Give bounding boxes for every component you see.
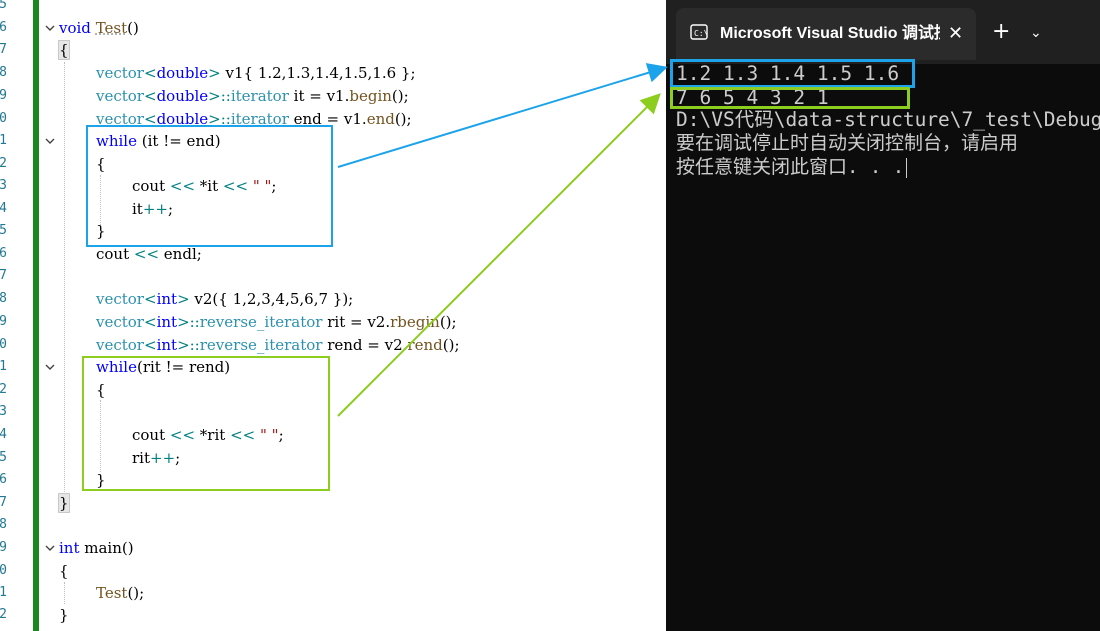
line-number-gutter: 5 6 7 8 9 0 1 2 3 4 5 6 7 8 9 0 1 2 3 4 5 6 7 8 9 0 1 2: [0, 0, 8, 631]
line-number: 8: [0, 291, 7, 306]
line-number: 1: [0, 359, 7, 374]
console-prompt-line: 按任意键关闭此窗口. . .: [676, 156, 908, 178]
code-line: vector<int> v2({ 1,2,3,4,5,6,7 });: [96, 290, 354, 308]
line-number: 2: [0, 382, 7, 397]
code-line: vector<double> v1{ 1.2,1.3,1.4,1.5,1.6 }…: [96, 64, 416, 82]
code-line: void Test(): [59, 19, 139, 37]
line-number: 5: [0, 0, 7, 12]
console-output-line: 要在调试停止时自动关闭控制台，请启用: [676, 132, 1019, 154]
code-line: {: [58, 40, 70, 60]
line-number: 8: [0, 517, 7, 532]
green-output-box: [670, 87, 910, 109]
code-line: vector<int>::reverse_iterator rend = v2.…: [96, 336, 460, 354]
code-line: vector<int>::reverse_iterator rit = v2.r…: [96, 313, 457, 331]
code-line: {: [59, 562, 69, 580]
blue-highlight-box: [86, 125, 333, 247]
close-tab-icon[interactable]: ✕: [948, 21, 963, 47]
chevron-down-icon[interactable]: ⌄: [1030, 21, 1042, 45]
line-number: 9: [0, 314, 7, 329]
tab-title: Microsoft Visual Studio 调试控制台: [720, 25, 940, 42]
code-line: vector<double>::iterator it = v1.begin()…: [96, 87, 409, 105]
line-number: 7: [0, 268, 7, 283]
fold-chevron-icon[interactable]: [44, 22, 56, 34]
line-number: 1: [0, 133, 7, 148]
line-number: 3: [0, 178, 7, 193]
indent-guide: [64, 582, 65, 604]
code-editor[interactable]: 5 6 7 8 9 0 1 2 3 4 5 6 7 8 9 0 1 2 3 4 5 6 7 8 9 0 1 2 void Test()…: [0, 0, 666, 631]
code-line: }: [58, 493, 70, 513]
text-cursor: [906, 157, 908, 178]
terminal-tab-bar: C:\ Microsoft Visual Studio 调试控制台 ✕ + ⌄: [666, 0, 1100, 64]
line-number: 7: [0, 42, 7, 57]
indent-guide: [64, 62, 65, 494]
line-number: 2: [0, 607, 7, 622]
code-line: }: [59, 606, 69, 624]
new-tab-icon[interactable]: +: [992, 18, 1010, 46]
console-output-line: D:\VS代码\data-structure\7_test\Debug\7_te…: [676, 108, 1100, 131]
fold-chevron-icon[interactable]: [44, 135, 56, 147]
blue-output-box: [670, 59, 915, 88]
fold-chevron-icon[interactable]: [44, 361, 56, 373]
line-number: 6: [0, 246, 7, 261]
console-app-icon: C:\: [690, 24, 708, 40]
console-prompt-text: 按任意键关闭此窗口. . .: [676, 156, 905, 178]
line-number: 9: [0, 88, 7, 103]
terminal-tab[interactable]: C:\ Microsoft Visual Studio 调试控制台 ✕: [676, 8, 976, 60]
line-number: 9: [0, 540, 7, 555]
line-number: 3: [0, 404, 7, 419]
line-number: 5: [0, 450, 7, 465]
line-number: 7: [0, 495, 7, 510]
line-number: 6: [0, 472, 7, 487]
line-number: 0: [0, 337, 7, 352]
green-highlight-box: [82, 356, 330, 491]
code-line: int main(): [59, 539, 134, 557]
line-number: 0: [0, 563, 7, 578]
fold-chevron-icon[interactable]: [44, 542, 56, 554]
line-number: 1: [0, 585, 7, 600]
line-number: 6: [0, 20, 7, 35]
line-number: 5: [0, 223, 7, 238]
line-number: 0: [0, 111, 7, 126]
line-number: 8: [0, 65, 7, 80]
code-line: Test();: [96, 584, 145, 602]
line-number: 4: [0, 427, 7, 442]
line-number: 4: [0, 201, 7, 216]
svg-text:C:\: C:\: [694, 29, 708, 38]
line-number: 2: [0, 156, 7, 171]
change-indicator-bar: [33, 0, 39, 631]
